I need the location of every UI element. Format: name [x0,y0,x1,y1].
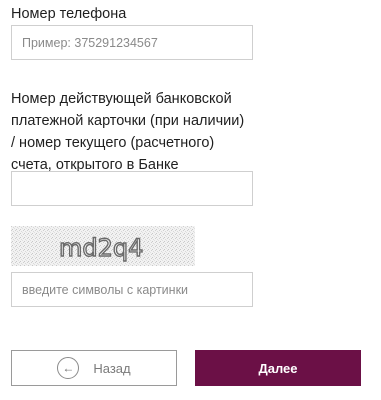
captcha-image: md2q4 [11,226,195,266]
card-number-input[interactable] [11,171,253,206]
next-button[interactable]: Далее [195,350,361,386]
back-button-label: Назад [93,360,131,376]
card-label-line-1: Номер действующей банковской [11,91,232,107]
card-label-line-2: платежной карточки (при наличии) [11,113,245,129]
card-label-line-3: / номер текущего (расчетного) [11,135,215,151]
captcha-text: md2q4 [59,234,143,262]
back-button[interactable]: ← Назад [11,350,177,386]
arrow-left-icon: ← [57,357,80,379]
captcha-input[interactable] [11,272,253,307]
next-button-label: Далее [258,360,298,376]
phone-label: Номер телефона [11,6,127,22]
phone-input[interactable] [11,25,253,60]
card-label: Номер действующей банковской платежной к… [11,88,244,176]
